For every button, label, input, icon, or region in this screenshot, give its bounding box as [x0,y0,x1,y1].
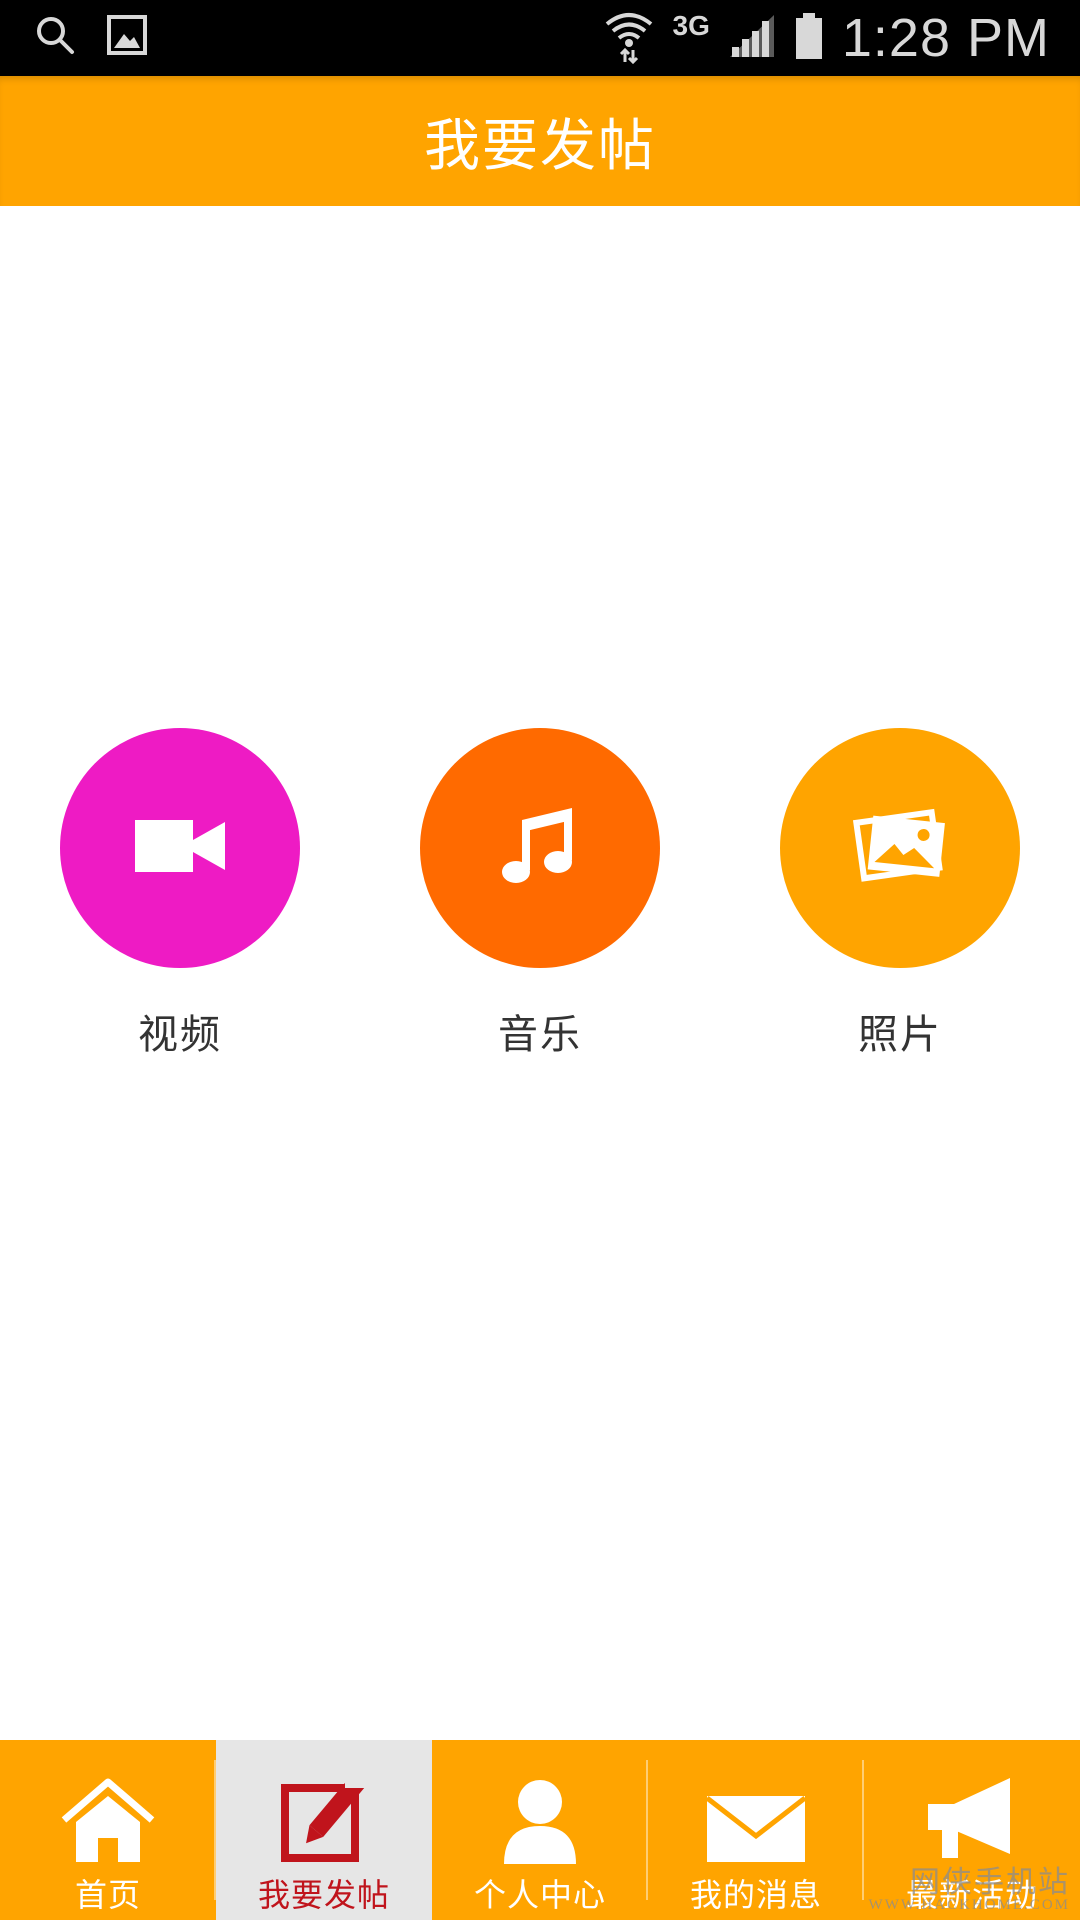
edit-post-icon [279,1772,369,1864]
video-camera-icon [135,816,225,880]
home-icon [60,1772,156,1864]
megaphone-icon [924,1772,1020,1864]
nav-events-label: 最新活动 [905,1876,1038,1914]
search-icon [34,14,76,60]
music-note-icon [500,806,580,890]
gallery-notification-icon [106,14,148,60]
nav-post[interactable]: 我要发帖 [216,1740,432,1920]
nav-events[interactable]: 最新活动 [864,1740,1080,1920]
bottom-navigation: 首页 我要发帖 个人中心 我的消息 最新活动 网侠手机站 WWW.HACKHOM… [0,1740,1080,1920]
video-circle[interactable] [60,728,300,968]
nav-messages[interactable]: 我的消息 [648,1740,864,1920]
title-bar: 我要发帖 [0,76,1080,206]
post-music-button[interactable]: 音乐 [420,728,660,1060]
nav-profile-label: 个人中心 [473,1876,606,1914]
nav-home[interactable]: 首页 [0,1740,216,1920]
video-label: 视频 [138,1012,222,1058]
wifi-icon [603,8,655,68]
nav-messages-label: 我的消息 [689,1876,822,1914]
post-photo-button[interactable]: 照片 [780,728,1020,1060]
nav-post-label: 我要发帖 [257,1876,390,1914]
network-type: 3G [672,10,710,41]
music-circle[interactable] [420,728,660,968]
status-bar-left [34,14,148,60]
post-type-options: 视频 音乐 照片 [0,728,1080,1068]
user-icon [500,1772,580,1864]
signal-icon [728,13,776,63]
nav-profile[interactable]: 个人中心 [432,1740,648,1920]
mail-icon [705,1772,807,1864]
clock: 1:28 PM [841,8,1050,68]
photo-circle[interactable] [780,728,1020,968]
nav-home-label: 首页 [74,1876,141,1914]
photos-icon [852,807,948,889]
music-label: 音乐 [498,1012,582,1058]
post-video-button[interactable]: 视频 [60,728,300,1060]
battery-icon [794,12,824,64]
status-bar: 3G 1:28 PM [0,0,1080,76]
status-bar-right: 3G 1:28 PM [603,0,1050,76]
page-title: 我要发帖 [424,113,656,179]
photo-label: 照片 [858,1012,942,1058]
